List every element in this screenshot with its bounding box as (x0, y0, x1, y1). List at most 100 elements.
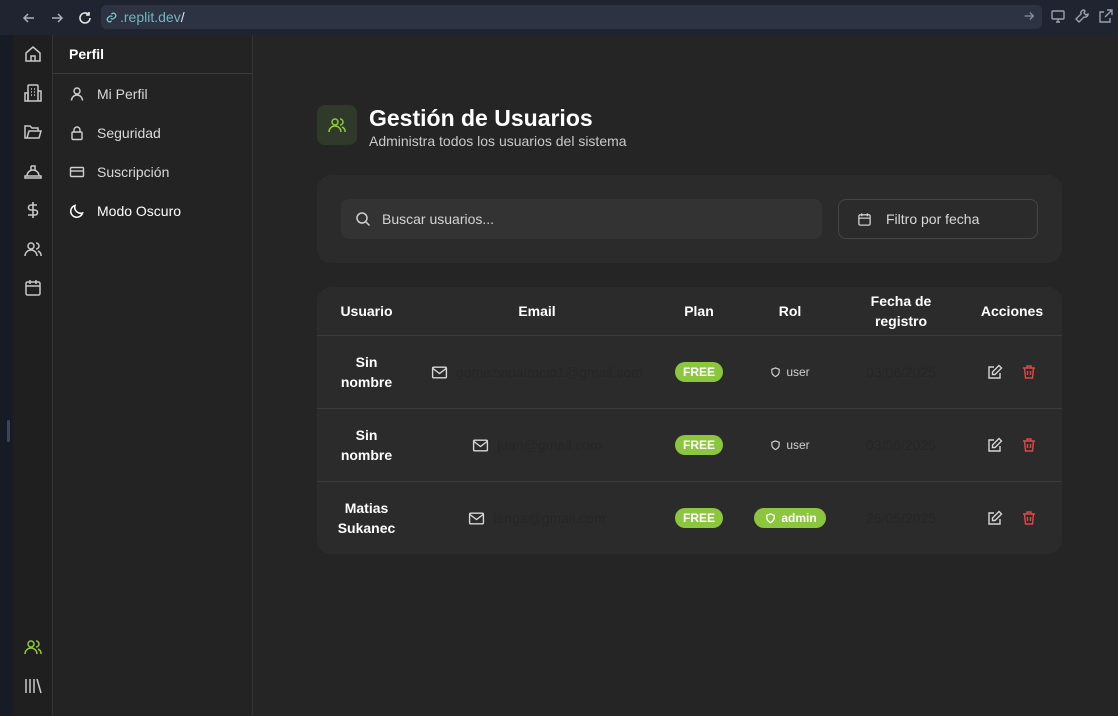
address-bar[interactable]: .replit.dev / (101, 5, 1042, 29)
url-host: .replit.dev (120, 9, 181, 25)
user-name: Sin nombre (340, 354, 393, 390)
column-header-role: Rol (778, 303, 802, 319)
sidebar-item-seguridad[interactable]: Seguridad (53, 113, 252, 152)
user-cell: Sin nombre (317, 336, 416, 408)
building-icon[interactable] (23, 83, 43, 103)
column-header-date-label: Fecha de registro (870, 293, 932, 329)
actions-cell (962, 482, 1062, 554)
folder-icon[interactable] (23, 122, 43, 142)
hard-hat-icon[interactable] (23, 161, 43, 181)
calendar-icon[interactable] (23, 278, 43, 298)
edit-icon[interactable] (987, 437, 1003, 453)
wrench-icon[interactable] (1074, 8, 1090, 24)
mail-icon (468, 510, 485, 527)
dollar-icon[interactable] (23, 200, 43, 220)
sidebar-item-label: Suscripción (97, 163, 170, 180)
user-name: Sin nombre (340, 427, 393, 463)
sidebar-item-suscripcion[interactable]: Suscripción (53, 152, 252, 191)
reload-icon[interactable] (72, 5, 98, 31)
role-cell: user (740, 336, 840, 408)
profile-sidebar: Perfil Mi Perfil Seguridad Suscripción M… (53, 35, 253, 716)
date-filter-button[interactable]: Filtro por fecha (838, 199, 1038, 239)
plan-badge: FREE (674, 362, 723, 382)
main-content: Gestión de Usuarios Administra todos los… (254, 35, 1118, 716)
home-icon[interactable] (23, 44, 43, 64)
role-badge: user (770, 365, 810, 379)
role-text: admin (781, 511, 817, 525)
edit-icon[interactable] (987, 364, 1003, 380)
users-active-icon[interactable] (23, 637, 43, 657)
actions-cell (962, 336, 1062, 408)
sidebar-item-label: Seguridad (97, 124, 161, 141)
column-header-plan: Plan (684, 303, 714, 319)
user-cell: Sin nombre (317, 409, 416, 481)
email-text: juan@gmail.com (497, 437, 602, 453)
sidebar-item-mi-perfil[interactable]: Mi Perfil (53, 74, 252, 113)
lock-icon (69, 125, 85, 141)
sidebar-item-label: Modo Oscuro (97, 202, 182, 219)
shield-icon (765, 512, 776, 524)
trash-icon[interactable] (1021, 510, 1037, 526)
mail-icon (472, 437, 489, 454)
table-header: Usuario Email Plan Rol Fecha de registro… (317, 287, 1062, 335)
monitor-icon[interactable] (1050, 8, 1066, 24)
page-header: Gestión de Usuarios Administra todos los… (317, 105, 627, 149)
user-icon (69, 86, 85, 102)
go-arrow-icon[interactable] (1022, 9, 1036, 23)
search-icon (355, 211, 371, 227)
plan-cell: FREE (658, 482, 740, 554)
plan-badge: FREE (674, 508, 723, 528)
date-text: 03/06/2025 (865, 364, 937, 380)
role-cell: admin (740, 482, 840, 554)
sidebar-heading: Perfil (53, 35, 252, 74)
plan-badge: FREE (674, 435, 723, 455)
user-cell: Matias Sukanec (317, 482, 416, 554)
role-text: user (786, 365, 810, 379)
external-link-icon[interactable] (1098, 8, 1114, 24)
users-icon[interactable] (23, 239, 43, 259)
calendar-icon (857, 212, 872, 227)
date-text: 26/05/2025 (865, 510, 937, 526)
browser-toolbar: .replit.dev / (0, 0, 1118, 35)
plan-cell: FREE (658, 409, 740, 481)
date-filter-label: Filtro por fecha (886, 211, 980, 227)
trash-icon[interactable] (1021, 364, 1037, 380)
page-subtitle: Administra todos los usuarios del sistem… (369, 133, 627, 149)
edit-icon[interactable] (987, 510, 1003, 526)
moon-icon (69, 203, 85, 219)
users-icon (317, 105, 357, 145)
forward-icon[interactable] (44, 5, 70, 31)
user-name: Matias Sukanec (337, 500, 396, 536)
sidebar-item-modo-oscuro[interactable]: Modo Oscuro (53, 191, 252, 230)
plan-cell: FREE (658, 336, 740, 408)
shield-icon (770, 366, 781, 378)
role-badge-admin: admin (754, 508, 826, 528)
date-cell: 26/05/2025 (840, 482, 962, 554)
icon-rail (13, 35, 53, 716)
back-icon[interactable] (16, 5, 42, 31)
search-box[interactable] (341, 199, 822, 239)
browser-tools (1050, 8, 1114, 24)
role-badge: user (770, 438, 810, 452)
actions-cell (962, 409, 1062, 481)
mail-icon (431, 364, 448, 381)
window-edge (0, 35, 13, 716)
sidebar-item-label: Mi Perfil (97, 85, 148, 102)
table-row: Matias Sukanec lenga@gmail.com FREE admi… (317, 481, 1062, 554)
library-icon[interactable] (23, 676, 43, 696)
table-row: Sin nombre juan@gmail.com FREE user 03/0… (317, 408, 1062, 481)
email-cell: juan@gmail.com (416, 409, 658, 481)
search-input[interactable] (382, 211, 802, 227)
resize-handle[interactable] (7, 420, 10, 442)
table-row: Sin nombre gomezvidalrocio1@gmail.com FR… (317, 335, 1062, 408)
shield-icon (770, 439, 781, 451)
trash-icon[interactable] (1021, 437, 1037, 453)
column-header-email: Email (518, 303, 556, 319)
email-cell: lenga@gmail.com (416, 482, 658, 554)
url-path: / (180, 9, 185, 25)
date-cell: 03/06/2025 (840, 409, 962, 481)
email-text: gomezvidalrocio1@gmail.com (456, 364, 643, 380)
link-icon (105, 11, 118, 24)
column-header-actions: Acciones (980, 303, 1044, 319)
filter-card: Filtro por fecha (317, 175, 1062, 263)
